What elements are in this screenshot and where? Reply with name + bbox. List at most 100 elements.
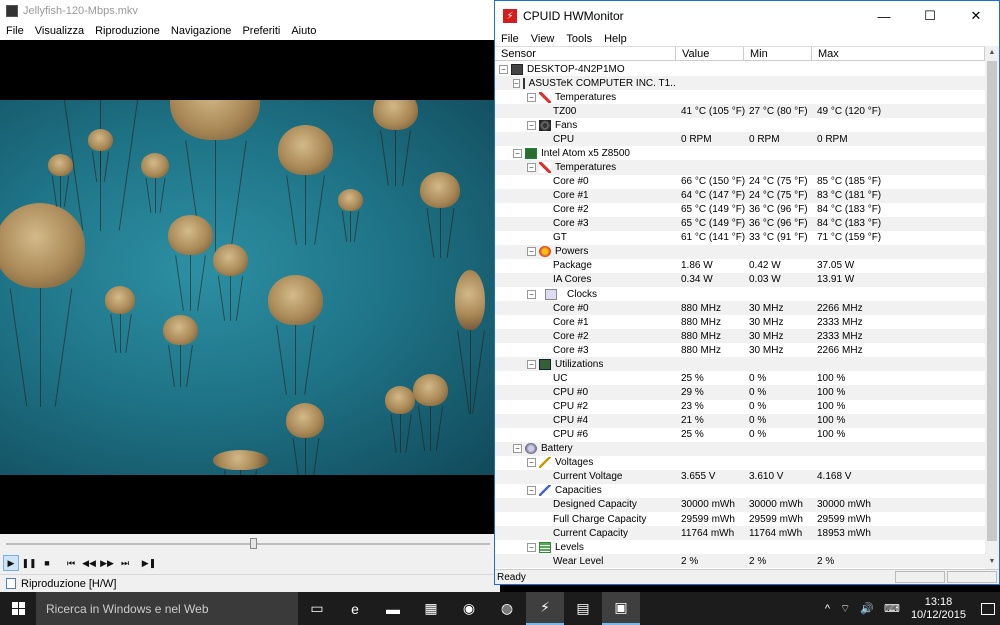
- edge-icon[interactable]: e: [336, 592, 374, 625]
- expand-toggle-icon[interactable]: −: [513, 78, 520, 88]
- scrollbar-thumb[interactable]: [987, 61, 997, 541]
- network-icon[interactable]: ⌔: [840, 602, 850, 616]
- stop-button[interactable]: ■: [39, 555, 55, 571]
- expand-toggle-icon[interactable]: −: [499, 64, 508, 74]
- keyboard-icon[interactable]: ⌨: [884, 602, 900, 615]
- store-icon[interactable]: ▦: [412, 592, 450, 625]
- scroll-up-icon[interactable]: ▲: [985, 46, 999, 60]
- sensor-group-row[interactable]: − DESKTOP-4N2P1MO: [495, 62, 985, 76]
- seek-track[interactable]: [6, 543, 490, 545]
- sensor-row[interactable]: GT 61 °C (141 °F) 33 °C (91 °F) 71 °C (159 …: [495, 231, 985, 245]
- seek-thumb[interactable]: [249, 538, 257, 549]
- sensor-row[interactable]: TZ00 41 °C (105 °F) 27 °C (80 °F) 49 °C (12…: [495, 104, 985, 119]
- sensor-row[interactable]: Core #1 880 MHz 30 MHz 2333 MHz: [495, 315, 985, 329]
- sensor-row[interactable]: Full Charge Capacity 29599 mWh 29599 mWh 29…: [495, 512, 985, 526]
- player-menu-item[interactable]: Aiuto: [291, 25, 316, 37]
- sensor-row[interactable]: CPU #6 25 % 0 % 100 %: [495, 428, 985, 442]
- sensor-group-row[interactable]: − Utilizations: [495, 357, 985, 372]
- hwmonitor-menu-item[interactable]: Help: [604, 33, 627, 45]
- task-view-icon[interactable]: ▭: [298, 592, 336, 625]
- expand-toggle-icon[interactable]: −: [513, 444, 522, 454]
- expand-toggle-icon[interactable]: −: [527, 359, 536, 369]
- sensor-row[interactable]: CPU 0 RPM 0 RPM 0 RPM: [495, 132, 985, 147]
- show-hidden-icons-chevron-icon[interactable]: ^: [825, 603, 830, 615]
- sensor-row[interactable]: IA Cores 0.34 W 0.03 W 13.91 W: [495, 272, 985, 287]
- expand-toggle-icon[interactable]: −: [527, 92, 536, 102]
- sensor-row[interactable]: Designed Capacity 30000 mWh 30000 mWh 30000…: [495, 497, 985, 512]
- sensor-row[interactable]: Core #0 66 °C (150 °F) 24 °C (75 °F) 85 °C …: [495, 175, 985, 189]
- expand-toggle-icon[interactable]: −: [527, 542, 536, 552]
- close-button[interactable]: ✕: [953, 1, 999, 31]
- player-titlebar[interactable]: Jellyfish-120-Mbps.mkv: [0, 0, 500, 22]
- expand-toggle-icon[interactable]: −: [527, 162, 536, 172]
- clock[interactable]: 13:18 10/12/2015: [911, 596, 966, 622]
- video-area[interactable]: [0, 40, 496, 534]
- sensor-row[interactable]: Wear Level 2 % 2 % 2 %: [495, 554, 985, 569]
- sensor-group-row[interactable]: − Powers: [495, 244, 985, 259]
- search-box[interactable]: Ricerca in Windows e nel Web: [36, 592, 298, 625]
- sensor-row[interactable]: Core #1 64 °C (147 °F) 24 °C (75 °F) 83 °C …: [495, 188, 985, 203]
- player-menu-item[interactable]: Riproduzione: [95, 25, 160, 37]
- hwmonitor-menu-item[interactable]: Tools: [566, 33, 592, 45]
- volume-icon[interactable]: 🔊: [860, 602, 874, 615]
- sensor-row[interactable]: Current Voltage 3.655 V 3.610 V 4.168 V: [495, 469, 985, 484]
- rewind-button[interactable]: ◀◀: [81, 555, 97, 571]
- sensor-group-row[interactable]: − Clocks: [495, 287, 985, 301]
- sensor-row[interactable]: Package 1.86 W 0.42 W 37.05 W: [495, 259, 985, 273]
- next-button[interactable]: ⏭: [117, 555, 133, 571]
- forward-button[interactable]: ▶▶: [99, 555, 115, 571]
- play-button[interactable]: ▶: [3, 555, 19, 571]
- player-menu-item[interactable]: Visualizza: [35, 25, 84, 37]
- expand-toggle-icon[interactable]: −: [527, 120, 536, 130]
- sensor-row[interactable]: CPU #0 29 % 0 % 100 %: [495, 385, 985, 400]
- file-explorer-icon[interactable]: ▬: [374, 592, 412, 625]
- sensor-row[interactable]: CPU #2 23 % 0 % 100 %: [495, 400, 985, 414]
- sensor-row[interactable]: UC 25 % 0 % 100 %: [495, 371, 985, 385]
- maximize-button[interactable]: ☐: [907, 1, 953, 31]
- column-header-value[interactable]: Value: [676, 47, 744, 61]
- sensor-row[interactable]: Current Capacity 11764 mWh 11764 mWh 18953 …: [495, 526, 985, 541]
- sensor-group-row[interactable]: − Voltages: [495, 456, 985, 470]
- column-header-max[interactable]: Max: [812, 47, 985, 61]
- minimize-button[interactable]: —: [861, 1, 907, 31]
- hwmonitor-menu-item[interactable]: View: [531, 33, 555, 45]
- notifications-icon[interactable]: [981, 602, 995, 615]
- sensor-group-row[interactable]: − Capacities: [495, 484, 985, 498]
- sensor-row[interactable]: Core #2 65 °C (149 °F) 36 °C (96 °F) 84 °C …: [495, 203, 985, 217]
- expand-toggle-icon[interactable]: −: [527, 458, 536, 468]
- expand-toggle-icon[interactable]: −: [527, 486, 536, 496]
- hwmonitor-menu-item[interactable]: File: [501, 33, 519, 45]
- sensor-group-row[interactable]: − ASUSTeK COMPUTER INC. T1...: [495, 76, 985, 91]
- vertical-scrollbar[interactable]: ▲ ▼: [985, 46, 999, 569]
- app-red-icon[interactable]: ◉: [450, 592, 488, 625]
- start-button[interactable]: [0, 592, 36, 625]
- app-disk-icon[interactable]: ▤: [564, 592, 602, 625]
- frame-step-button[interactable]: ▶❚: [141, 555, 157, 571]
- pause-button[interactable]: ❚❚: [21, 555, 37, 571]
- column-header-sensor[interactable]: Sensor: [495, 47, 676, 61]
- sensor-row[interactable]: Core #3 65 °C (149 °F) 36 °C (96 °F) 84 °C …: [495, 216, 985, 231]
- sensor-group-row[interactable]: − Fans: [495, 118, 985, 132]
- column-header-min[interactable]: Min: [744, 47, 812, 61]
- sensor-row[interactable]: Core #2 880 MHz 30 MHz 2333 MHz: [495, 329, 985, 344]
- expand-toggle-icon[interactable]: −: [513, 148, 522, 158]
- player-menu-item[interactable]: Preferiti: [242, 25, 280, 37]
- sensor-group-row[interactable]: − Intel Atom x5 Z8500: [495, 146, 985, 160]
- media-player-icon[interactable]: ▣: [602, 592, 640, 625]
- seek-bar[interactable]: [0, 534, 496, 550]
- sensor-group-row[interactable]: − Temperatures: [495, 160, 985, 175]
- sensor-row[interactable]: Core #3 880 MHz 30 MHz 2266 MHz: [495, 343, 985, 357]
- sensor-row[interactable]: Core #0 880 MHz 30 MHz 2266 MHz: [495, 301, 985, 316]
- expand-toggle-icon[interactable]: −: [527, 289, 536, 299]
- sensor-group-row[interactable]: − Temperatures: [495, 90, 985, 104]
- sensor-row[interactable]: CPU #4 21 % 0 % 100 %: [495, 413, 985, 428]
- hwmonitor-icon[interactable]: ⚡: [526, 592, 564, 625]
- player-menu-item[interactable]: File: [6, 25, 24, 37]
- sensor-group-row[interactable]: − Levels: [495, 540, 985, 554]
- expand-toggle-icon[interactable]: −: [527, 247, 536, 257]
- sensor-group-row[interactable]: − Battery: [495, 441, 985, 456]
- app-cpu-icon[interactable]: ◍: [488, 592, 526, 625]
- scroll-down-icon[interactable]: ▼: [985, 555, 999, 569]
- player-menu-item[interactable]: Navigazione: [171, 25, 232, 37]
- previous-button[interactable]: ⏮: [63, 555, 79, 571]
